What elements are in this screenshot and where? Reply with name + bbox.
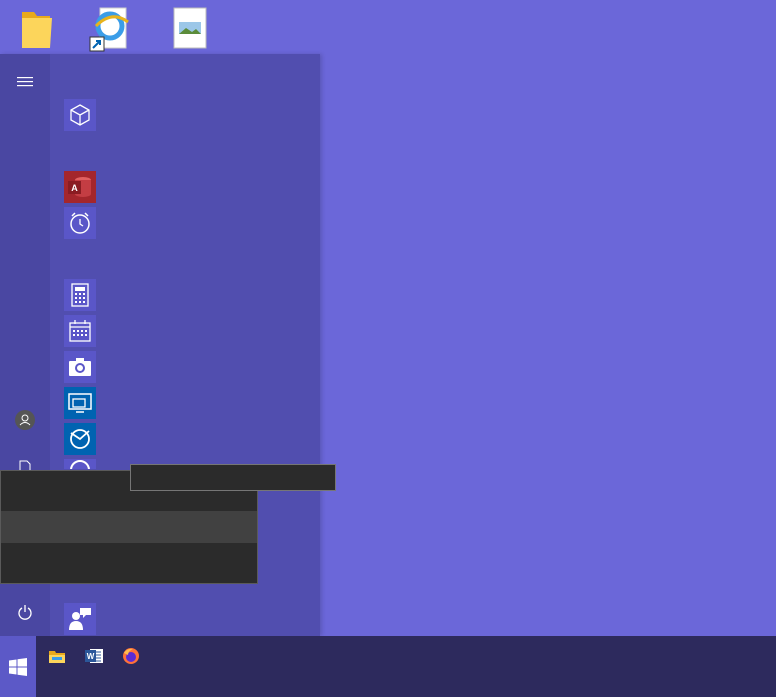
- tile-connect[interactable]: [64, 387, 96, 419]
- firefox-icon: [123, 648, 139, 664]
- context-menu-item-3[interactable]: [1, 543, 257, 575]
- desktop-folder-icon[interactable]: [12, 4, 60, 52]
- tile-alarms-clock[interactable]: [64, 207, 96, 239]
- tile-feedback[interactable]: [64, 423, 96, 455]
- start-button[interactable]: [0, 636, 36, 697]
- tile-contact-support[interactable]: [64, 603, 96, 635]
- user-icon: [15, 410, 35, 430]
- hamburger-menu-button[interactable]: [0, 62, 50, 102]
- svg-text:A: A: [71, 183, 78, 193]
- power-button[interactable]: [0, 592, 50, 632]
- word-icon: W: [85, 649, 103, 663]
- tile-calendar[interactable]: [64, 315, 96, 347]
- camera-icon: [69, 358, 91, 376]
- calculator-icon: [71, 283, 89, 307]
- hamburger-icon: [17, 77, 33, 87]
- taskbar-word[interactable]: W: [80, 642, 108, 670]
- cortana-feedback-icon: [70, 429, 90, 449]
- app-icon: [70, 460, 90, 469]
- desktop-image-file-icon[interactable]: [166, 4, 214, 52]
- windows-logo-icon: [9, 657, 27, 676]
- calendar-icon: [69, 320, 91, 342]
- connect-icon: [68, 393, 92, 413]
- file-explorer-icon: [49, 651, 65, 663]
- taskbar-firefox[interactable]: [117, 642, 145, 670]
- context-menu-item-2[interactable]: [1, 511, 257, 543]
- desktop-internet-explorer-icon[interactable]: [88, 4, 136, 52]
- tile-camera[interactable]: [64, 351, 96, 383]
- power-icon: [18, 605, 32, 620]
- tile-3d-viewer[interactable]: [64, 99, 96, 131]
- svg-text:W: W: [87, 652, 95, 661]
- tile-calculator[interactable]: [64, 279, 96, 311]
- tile-app-partial[interactable]: [64, 459, 96, 469]
- 3d-viewer-icon: [70, 104, 90, 126]
- taskbar: W: [0, 636, 776, 697]
- user-account-button[interactable]: [0, 400, 50, 440]
- contact-support-icon: [69, 608, 91, 630]
- access-icon: A: [68, 177, 91, 197]
- alarms-icon: [70, 212, 90, 234]
- taskbar-file-explorer[interactable]: [43, 642, 71, 670]
- tooltip: [130, 464, 336, 491]
- tile-access[interactable]: A: [64, 171, 96, 203]
